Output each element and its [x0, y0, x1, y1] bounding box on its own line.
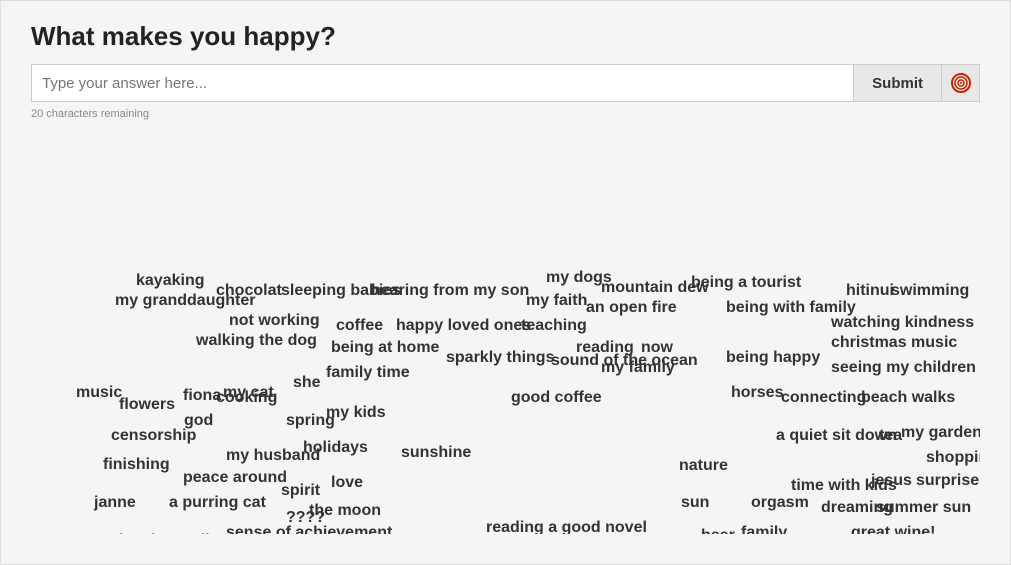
target-icon: [950, 72, 972, 94]
word-item[interactable]: time with kids: [791, 477, 897, 495]
word-item[interactable]: my husband: [226, 447, 320, 465]
word-item[interactable]: peace around: [183, 469, 287, 487]
word-item[interactable]: hearing from my son: [371, 282, 529, 300]
page-title: What makes you happy?: [31, 21, 980, 52]
word-item[interactable]: fiona: [183, 387, 221, 405]
word-item[interactable]: teaching: [521, 317, 587, 335]
word-item[interactable]: orgasm: [751, 494, 809, 512]
word-item[interactable]: janne: [94, 494, 136, 512]
word-item[interactable]: my faith: [526, 292, 587, 310]
word-item[interactable]: being happy: [726, 349, 820, 367]
word-item[interactable]: being at home: [331, 339, 439, 357]
word-item[interactable]: family time: [326, 364, 410, 382]
word-item[interactable]: she: [293, 374, 321, 392]
word-item[interactable]: good coffee: [511, 389, 602, 407]
word-item[interactable]: dreaming: [821, 499, 893, 517]
word-item[interactable]: kayaking: [136, 272, 204, 290]
word-item[interactable]: a quiet sit down: [776, 427, 897, 445]
word-item[interactable]: hitinui: [846, 282, 894, 300]
word-item[interactable]: sparkly things: [446, 349, 554, 367]
word-item[interactable]: sound of the ocean: [551, 352, 698, 370]
word-item[interactable]: my cat: [223, 384, 274, 402]
word-item[interactable]: christmas music: [831, 334, 957, 352]
word-item[interactable]: a purring cat: [169, 494, 266, 512]
word-item[interactable]: love: [331, 474, 363, 492]
word-item[interactable]: surprises: [916, 472, 980, 490]
word-item[interactable]: chocolat: [216, 282, 282, 300]
word-item[interactable]: reading a good novel: [486, 519, 647, 534]
word-item[interactable]: flowers: [119, 396, 175, 414]
word-item[interactable]: my garden: [901, 424, 980, 442]
word-item[interactable]: connecting: [781, 389, 866, 407]
word-item[interactable]: my kids: [326, 404, 386, 422]
word-item[interactable]: seeing my children: [831, 359, 976, 377]
word-item[interactable]: spirit: [281, 482, 320, 500]
main-container: What makes you happy? Submit 20 characte…: [0, 0, 1011, 565]
word-cloud: sunshinegood coffeemy familyfamily timem…: [31, 134, 980, 534]
word-item[interactable]: swimming: [891, 282, 969, 300]
word-item[interactable]: mountain dew: [601, 279, 709, 297]
submit-button[interactable]: Submit: [854, 64, 942, 102]
word-item[interactable]: beach walks: [861, 389, 955, 407]
word-item[interactable]: happy loved ones: [396, 317, 531, 335]
word-item[interactable]: spring: [286, 412, 335, 430]
word-item[interactable]: great wine!: [851, 524, 935, 534]
word-item[interactable]: shopping: [926, 449, 980, 467]
word-item[interactable]: not working: [229, 312, 320, 330]
word-item[interactable]: sun: [681, 494, 709, 512]
word-item[interactable]: nature: [679, 457, 728, 475]
word-item[interactable]: censorship: [111, 427, 196, 445]
word-item[interactable]: beer: [701, 527, 735, 534]
target-icon-button[interactable]: [942, 64, 980, 102]
answer-input[interactable]: [31, 64, 854, 102]
word-item[interactable]: watching kindness: [831, 314, 974, 332]
word-item[interactable]: sunshine: [401, 444, 471, 462]
word-item[interactable]: ????: [286, 509, 325, 527]
input-row: Submit: [31, 64, 980, 102]
word-item[interactable]: horses: [731, 384, 783, 402]
word-item[interactable]: walking the dog: [196, 332, 317, 350]
word-item[interactable]: sleeping well: [110, 532, 210, 534]
word-item[interactable]: music: [76, 384, 122, 402]
chars-remaining: 20 characters remaining: [31, 108, 980, 120]
word-item[interactable]: coffee: [336, 317, 383, 335]
word-item[interactable]: an open fire: [586, 299, 677, 317]
word-item[interactable]: family: [741, 524, 787, 534]
word-item[interactable]: finishing: [103, 456, 170, 474]
